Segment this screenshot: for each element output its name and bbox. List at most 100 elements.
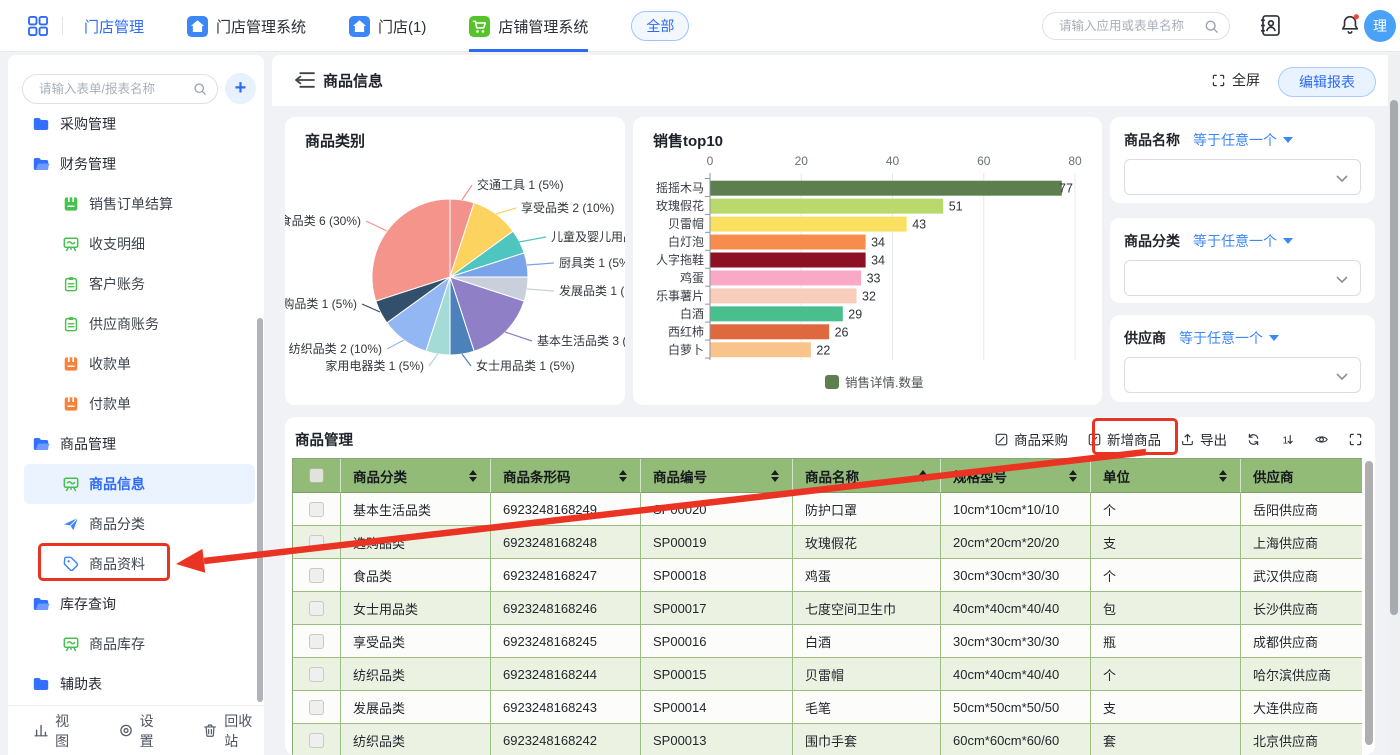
row-checkbox-cell <box>293 526 341 559</box>
row-checkbox[interactable] <box>309 502 324 517</box>
sidebar-footer-item-1[interactable]: 设置 <box>118 711 167 751</box>
topbar-tab-0[interactable]: 门店管理系统 <box>187 0 306 52</box>
sidebar-item-8[interactable]: 商品管理 <box>24 424 255 464</box>
column-header-5[interactable]: 规格型号 <box>941 459 1091 493</box>
sidebar-item-13[interactable]: 商品库存 <box>24 624 255 664</box>
pie-label: 纺织品类 2 (10%) <box>289 342 382 356</box>
sort-toggle[interactable] <box>469 470 477 482</box>
sidebar-item-14[interactable]: 辅助表 <box>24 664 255 704</box>
sidebar-footer-item-0[interactable]: 视图 <box>33 711 82 751</box>
contacts-book-icon[interactable] <box>1258 13 1283 38</box>
sidebar-scrollbar[interactable] <box>257 318 263 702</box>
filter-condition-dropdown[interactable]: 等于任意一个 <box>1179 328 1279 348</box>
sidebar-item-11-annotated[interactable]: 商品资料 <box>24 544 255 584</box>
sort-toggle[interactable] <box>771 470 779 482</box>
table-row-3[interactable]: 女士用品类6923248168246SP00017七度空间卫生巾40cm*40c… <box>293 592 1362 625</box>
table-row-0[interactable]: 基本生活品类6923248168249SP00020防护口罩10cm*10cm*… <box>293 493 1362 526</box>
sort-toggle[interactable] <box>1219 470 1227 482</box>
collapse-sidebar-icon[interactable] <box>294 71 316 89</box>
column-header-2[interactable]: 商品条形码 <box>491 459 641 493</box>
table-row-4[interactable]: 享受品类6923248168245SP00016白酒30cm*30cm*30/3… <box>293 625 1362 658</box>
legend-swatch <box>825 375 839 389</box>
apps-grid-icon[interactable] <box>27 15 49 37</box>
product-category-select[interactable] <box>1124 260 1361 296</box>
column-header-1[interactable]: 商品分类 <box>341 459 491 493</box>
supplier-select[interactable] <box>1124 357 1361 393</box>
edit-report-button[interactable]: 编辑报表 <box>1278 67 1376 97</box>
visibility-button[interactable] <box>1314 432 1329 447</box>
column-header-3[interactable]: 商品编号 <box>641 459 793 493</box>
row-checkbox[interactable] <box>309 634 324 649</box>
sidebar-item-9[interactable]: 商品信息 <box>24 464 255 504</box>
row-checkbox[interactable] <box>309 700 324 715</box>
sidebar-item-5[interactable]: 供应商账务 <box>24 304 255 344</box>
table-row-6[interactable]: 发展品类6923248168243SP00014毛笔50cm*50cm*50/5… <box>293 691 1362 724</box>
column-header-7: 供应商 <box>1241 459 1362 493</box>
filter-condition-dropdown[interactable]: 等于任意一个 <box>1193 231 1293 251</box>
sidebar-item-2[interactable]: 销售订单结算 <box>24 184 255 224</box>
sort-button[interactable]: 1 <box>1280 432 1295 447</box>
fullscreen-button[interactable]: 全屏 <box>1211 70 1260 90</box>
cell: 岳阳供应商 <box>1241 493 1362 526</box>
table-row-2[interactable]: 食品类6923248168247SP00018鸡蛋30cm*30cm*30/30… <box>293 559 1362 592</box>
sidebar-item-10[interactable]: 商品分类 <box>24 504 255 544</box>
table-card: 商品管理 商品采购新增商品导出1 商品分类商品条形码商品编号商品名称规格型号单位… <box>285 417 1375 755</box>
export-button[interactable]: 导出 <box>1180 429 1227 449</box>
table-row-7[interactable]: 纺织品类6923248168242SP00013围巾手套60cm*60cm*60… <box>293 724 1362 755</box>
select-all-checkbox[interactable] <box>309 468 324 483</box>
all-apps-button[interactable]: 全部 <box>631 11 689 41</box>
add-form-button[interactable]: + <box>225 73 256 104</box>
column-header-4[interactable]: 商品名称 <box>793 459 941 493</box>
sidebar-item-1[interactable]: 财务管理 <box>24 144 255 184</box>
sidebar-item-label: 财务管理 <box>60 154 116 174</box>
filter-condition-dropdown[interactable]: 等于任意一个 <box>1193 130 1293 150</box>
column-header-6[interactable]: 单位 <box>1091 459 1241 493</box>
page-scrollbar-thumb[interactable] <box>1390 100 1398 615</box>
svg-text:0: 0 <box>707 154 714 168</box>
cell: 哈尔滨供应商 <box>1241 658 1362 691</box>
sort-toggle[interactable] <box>919 470 927 482</box>
user-avatar[interactable]: 理 <box>1364 10 1396 42</box>
topbar-search-input[interactable] <box>1057 13 1197 39</box>
topbar-tab-1[interactable]: 门店(1) <box>349 0 426 52</box>
row-checkbox[interactable] <box>309 601 324 616</box>
table-fullscreen-button[interactable] <box>1348 432 1363 447</box>
add-product-button[interactable]: 新增商品 <box>1087 429 1161 449</box>
row-checkbox[interactable] <box>309 535 324 550</box>
folder-open-icon <box>32 435 50 453</box>
sidebar-item-6[interactable]: 收款单 <box>24 344 255 384</box>
table-row-5[interactable]: 纺织品类6923248168244SP00015贝雷帽40cm*40cm*40/… <box>293 658 1362 691</box>
sort-toggle[interactable] <box>1069 470 1077 482</box>
sidebar-item-7[interactable]: 付款单 <box>24 384 255 424</box>
sidebar-item-3[interactable]: 收支明细 <box>24 224 255 264</box>
caret-down-icon <box>1283 137 1293 143</box>
product-name-select[interactable] <box>1124 159 1361 195</box>
sidebar-item-0[interactable]: 采购管理 <box>24 104 255 144</box>
condition-label: 等于任意一个 <box>1193 130 1277 150</box>
row-checkbox[interactable] <box>309 568 324 583</box>
page-header: 商品信息 全屏 编辑报表 <box>272 55 1400 106</box>
sidebar-item-12[interactable]: 库存查询 <box>24 584 255 624</box>
table-row-1[interactable]: 选购品类6923248168248SP00019玫瑰假花20cm*20cm*20… <box>293 526 1362 559</box>
cell: 北京供应商 <box>1241 724 1362 755</box>
sidebar-item-4[interactable]: 客户账务 <box>24 264 255 304</box>
cell: 个 <box>1091 493 1241 526</box>
cell: 10cm*10cm*10/10 <box>941 493 1091 526</box>
refresh-button[interactable] <box>1246 432 1261 447</box>
cell: SP00018 <box>641 559 793 592</box>
sidebar-footer-item-2[interactable]: 回收站 <box>202 711 264 751</box>
board-green-icon <box>62 635 80 653</box>
cell: 防护口罩 <box>793 493 941 526</box>
row-checkbox[interactable] <box>309 733 324 748</box>
cell: 纺织品类 <box>341 724 491 755</box>
purchase-product-button[interactable]: 商品采购 <box>994 429 1068 449</box>
bar-value-label: 29 <box>848 307 862 321</box>
table-scrollbar-thumb[interactable] <box>1365 461 1373 745</box>
sidebar-search-input[interactable] <box>37 75 185 103</box>
notification-bell-icon[interactable] <box>1338 12 1362 38</box>
cell: 围巾手套 <box>793 724 941 755</box>
topbar-tab-2[interactable]: 店铺管理系统 <box>469 0 588 52</box>
workspace-link[interactable]: 门店管理 <box>84 16 144 37</box>
sort-toggle[interactable] <box>619 470 627 482</box>
row-checkbox[interactable] <box>309 667 324 682</box>
